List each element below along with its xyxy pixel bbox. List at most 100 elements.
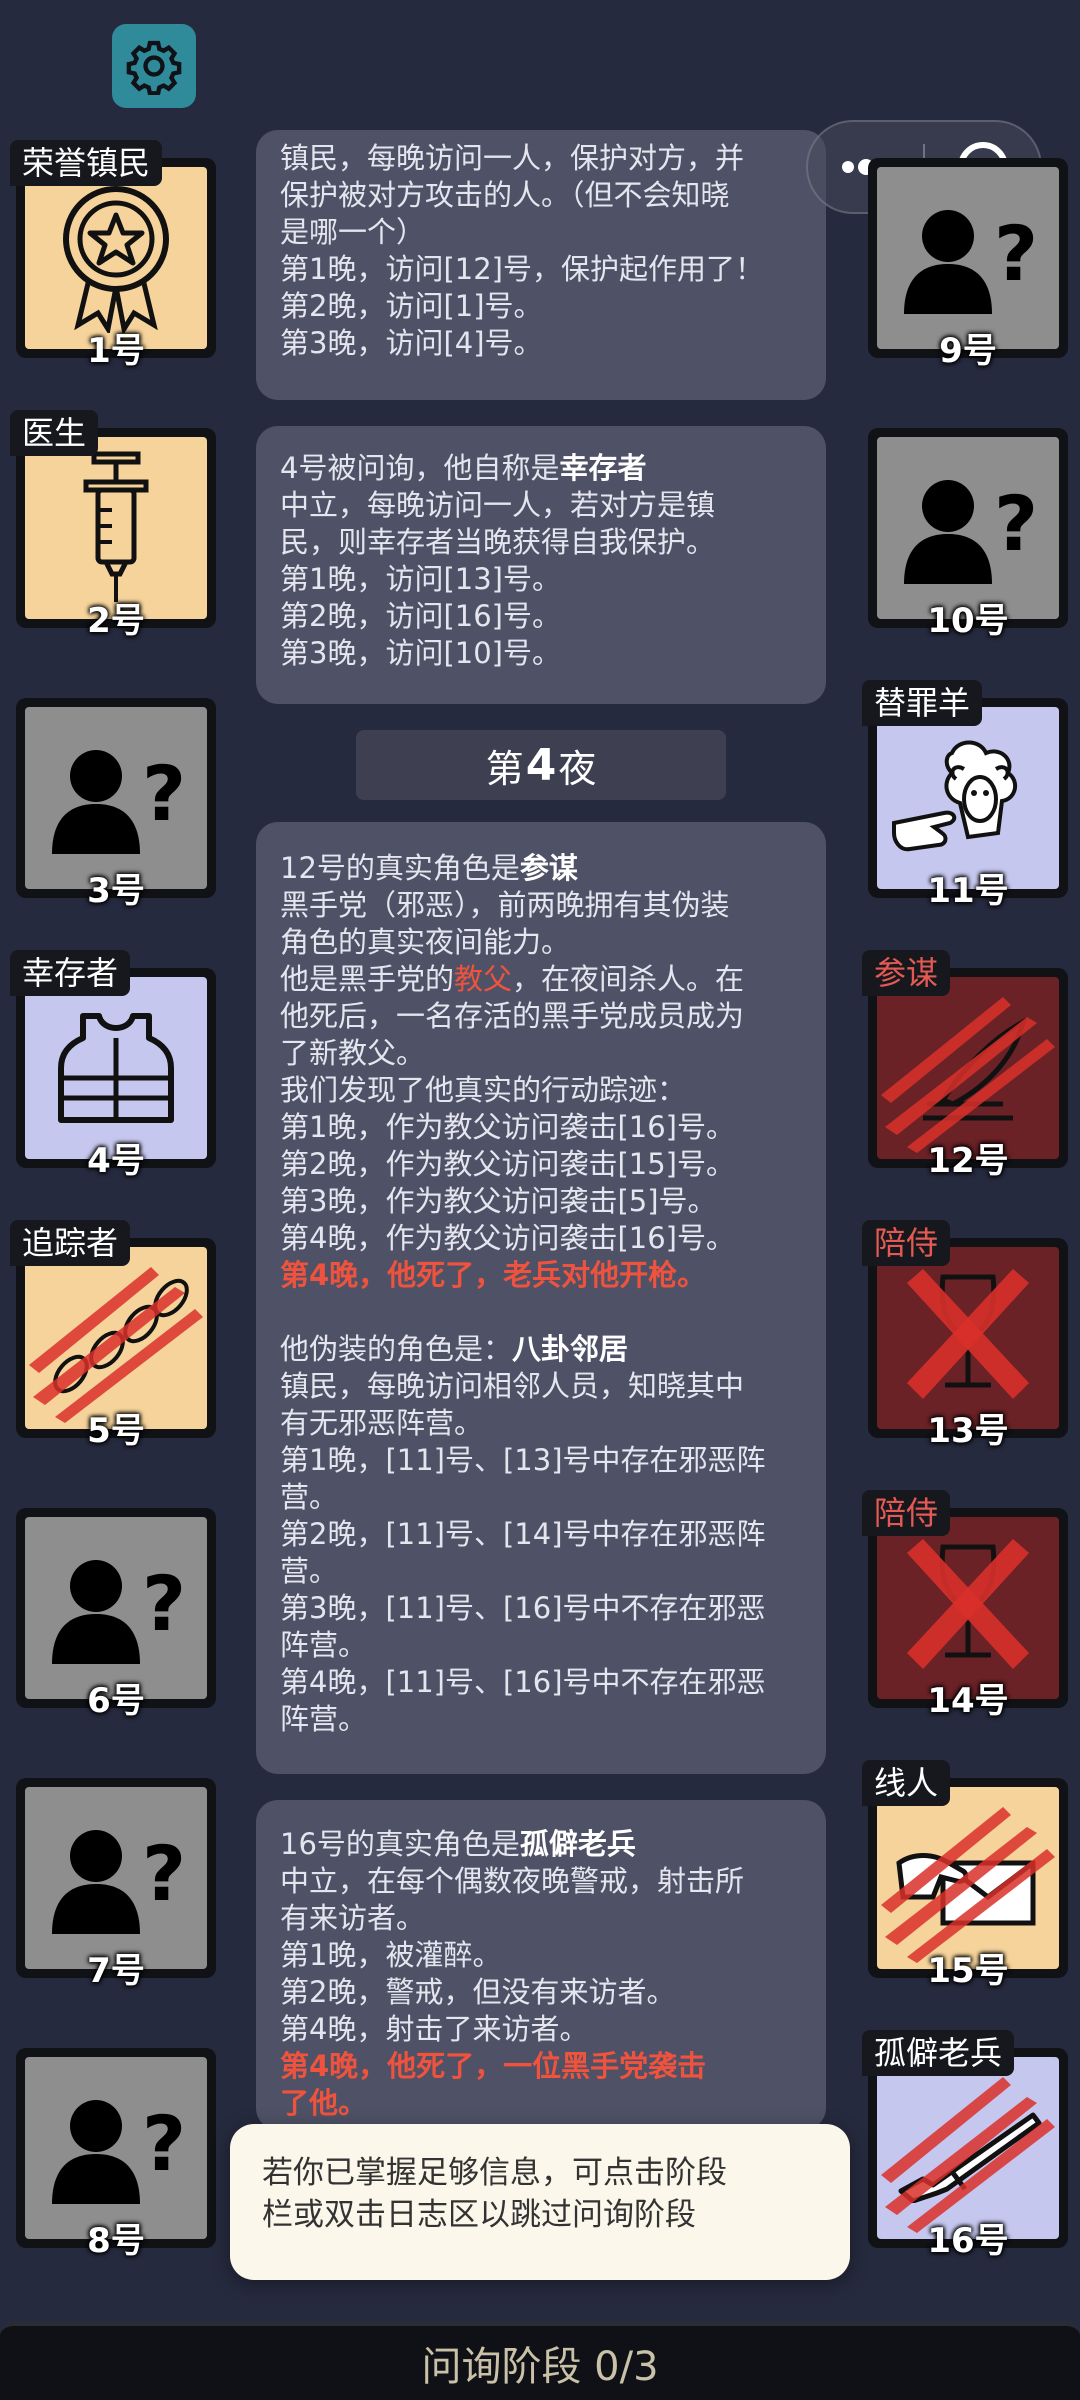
player-number: 4号 <box>87 1141 145 1181</box>
log-line: 他是黑手党的教父，在夜间杀人。在 <box>280 962 745 996</box>
log-line: 中立，在每个偶数夜晚警戒，射击所 <box>280 1864 745 1898</box>
log-line: 第2晚，访问[1]号。 <box>280 289 543 323</box>
role-tag: 孤僻老兵 <box>862 2030 1015 2076</box>
unknown-person-icon: ? <box>52 749 186 854</box>
svg-text:?: ? <box>142 2099 186 2188</box>
player-number: 13号 <box>927 1411 1009 1451</box>
player-number: 2号 <box>87 601 145 641</box>
player-card-10[interactable]: ? 10号 <box>862 418 1068 641</box>
player-card-4[interactable]: 幸存者 4号 <box>10 950 216 1181</box>
phase-label: 问询阶段 0/3 <box>421 2344 659 2390</box>
sheep-icon <box>892 740 1018 852</box>
svg-text:?: ? <box>994 479 1038 568</box>
player-card-9[interactable]: ? 9号 <box>862 148 1068 371</box>
player-card-1[interactable]: 荣誉镇民 1号 <box>10 140 216 371</box>
player-card-8[interactable]: ? 8号 <box>10 2038 216 2261</box>
log-line: 是哪一个） <box>280 215 426 249</box>
player-card-2[interactable]: 医生 2号 <box>10 410 216 641</box>
player-card-6[interactable]: ? 6号 <box>10 1498 216 1721</box>
role-tag: 替罪羊 <box>862 680 983 726</box>
role-tag: 陪侍 <box>862 1490 951 1536</box>
player-number: 6号 <box>87 1681 145 1721</box>
player-card-16[interactable]: 孤僻老兵 16号 <box>862 2030 1068 2261</box>
log-line: 第4晚，射击了来访者。 <box>280 2012 589 2046</box>
log-line: 第3晚，作为教父访问袭击[5]号。 <box>280 1184 717 1218</box>
player-card-11[interactable]: 替罪羊 11号 <box>862 680 1068 911</box>
unknown-person-icon: ? <box>904 209 1038 314</box>
player-number: 16号 <box>927 2221 1009 2261</box>
medal-icon <box>63 186 169 333</box>
role-tag: 线人 <box>862 1760 951 1806</box>
toast-line: 栏或双击日志区以跳过问询阶段 <box>262 2197 696 2233</box>
log-line: 第3晚，访问[4]号。 <box>280 326 543 360</box>
claw-scratch-icon <box>881 997 1055 1153</box>
log-line: 黑手党（邪恶），前两晚拥有其伪装 <box>280 888 730 922</box>
player-card-15[interactable]: 线人 15号 <box>862 1760 1068 1991</box>
role-tag: 荣誉镇民 <box>10 140 163 186</box>
svg-text:?: ? <box>142 1829 186 1918</box>
log-line: 阵营。 <box>280 1702 368 1736</box>
role-tag: 幸存者 <box>10 950 131 996</box>
night-divider: 第4夜 <box>356 730 726 800</box>
player-card-7[interactable]: ? 7号 <box>10 1768 216 1991</box>
player-number: 9号 <box>939 331 997 371</box>
log-line: 第2晚，[11]号、[14]号中存在邪恶阵 <box>280 1517 766 1551</box>
log-line: 第2晚，警戒，但没有来访者。 <box>280 1975 676 2009</box>
log-line: 他死后，一名存活的黑手党成员成为 <box>280 999 745 1033</box>
claw-scratch-icon <box>29 1267 203 1423</box>
unknown-person-icon: ? <box>52 1559 186 1664</box>
svg-text:?: ? <box>994 209 1038 298</box>
toast-line: 若你已掌握足够信息，可点击阶段 <box>262 2155 727 2191</box>
log-line: 阵营。 <box>280 1628 368 1662</box>
log-line: 第4晚，[11]号、[16]号中不存在邪恶 <box>280 1665 766 1699</box>
svg-text:?: ? <box>142 1559 186 1648</box>
skip-hint-toast[interactable]: 若你已掌握足够信息，可点击阶段 栏或双击日志区以跳过问询阶段 <box>230 2124 850 2280</box>
claw-scratch-icon <box>881 2077 1055 2233</box>
death-notice: 第4晚，他死了，老兵对他开枪。 <box>280 1258 707 1292</box>
phase-bar[interactable]: 问询阶段 0/3 <box>0 2322 1080 2400</box>
player-number: 12号 <box>927 1141 1009 1181</box>
unknown-person-icon: ? <box>52 2099 186 2204</box>
role-tag: 医生 <box>10 410 99 456</box>
log-line: 中立，每晚访问一人，若对方是镇 <box>280 488 716 522</box>
log-line: 有无邪恶阵营。 <box>280 1406 484 1440</box>
log-line: 第1晚，被灌醉。 <box>280 1938 502 1972</box>
settings-button[interactable] <box>112 24 196 108</box>
log-line: 我们发现了他真实的行动踪迹： <box>280 1073 687 1107</box>
log-line: 第2晚，访问[16]号。 <box>280 599 561 633</box>
log-line: 第1晚，访问[12]号，保护起作用了！ <box>280 252 764 286</box>
log-heading: 他伪装的角色是：八卦邻居 <box>280 1332 629 1366</box>
log-line: 保护被对方攻击的人。（但不会知晓 <box>280 178 730 212</box>
log-line: 有来访者。 <box>280 1901 426 1935</box>
player-number: 10号 <box>927 601 1009 641</box>
log-heading: 4号被问询，他自称是幸存者 <box>280 451 647 485</box>
log-line: 第3晚，[11]号、[16]号中不存在邪恶 <box>280 1591 766 1625</box>
log-heading: 16号的真实角色是孤僻老兵 <box>280 1827 636 1861</box>
wine-glass-crossed-icon <box>907 1539 1029 1669</box>
syringe-icon <box>83 451 149 602</box>
claw-scratch-icon <box>881 1807 1055 1963</box>
player-number: 11号 <box>927 871 1009 911</box>
role-tag: 参谋 <box>862 950 951 996</box>
death-notice: 了他。 <box>280 2086 368 2120</box>
role-tag: 陪侍 <box>862 1220 951 1266</box>
player-number: 1号 <box>87 331 145 371</box>
log-entry-doctor: 镇民，每晚访问一人，保护对方，并 保护被对方攻击的人。（但不会知晓 是哪一个） … <box>256 130 826 400</box>
player-card-12[interactable]: 参谋 12号 <box>862 950 1068 1181</box>
player-number: 5号 <box>87 1411 145 1451</box>
log-line: 角色的真实夜间能力。 <box>280 925 571 959</box>
player-card-5[interactable]: 追踪者 5号 <box>10 1220 216 1451</box>
player-card-3[interactable]: ? 3号 <box>10 688 216 911</box>
player-number: 15号 <box>927 1951 1009 1991</box>
player-card-13[interactable]: 陪侍 13号 <box>862 1220 1068 1451</box>
log-line: 民，则幸存者当晚获得自我保护。 <box>280 525 716 559</box>
log-line: 第1晚，作为教父访问袭击[16]号。 <box>280 1110 735 1144</box>
log-line: 镇民，每晚访问相邻人员，知晓其中 <box>280 1369 745 1403</box>
player-number: 3号 <box>87 871 145 911</box>
log-heading: 12号的真实角色是参谋 <box>280 851 578 885</box>
log-entry-role-reveal-12: 12号的真实角色是参谋 黑手党（邪恶），前两晚拥有其伪装 角色的真实夜间能力。 … <box>256 822 826 1774</box>
player-card-14[interactable]: 陪侍 14号 <box>862 1490 1068 1721</box>
player-number: 8号 <box>87 2221 145 2261</box>
role-tag: 追踪者 <box>10 1220 131 1266</box>
